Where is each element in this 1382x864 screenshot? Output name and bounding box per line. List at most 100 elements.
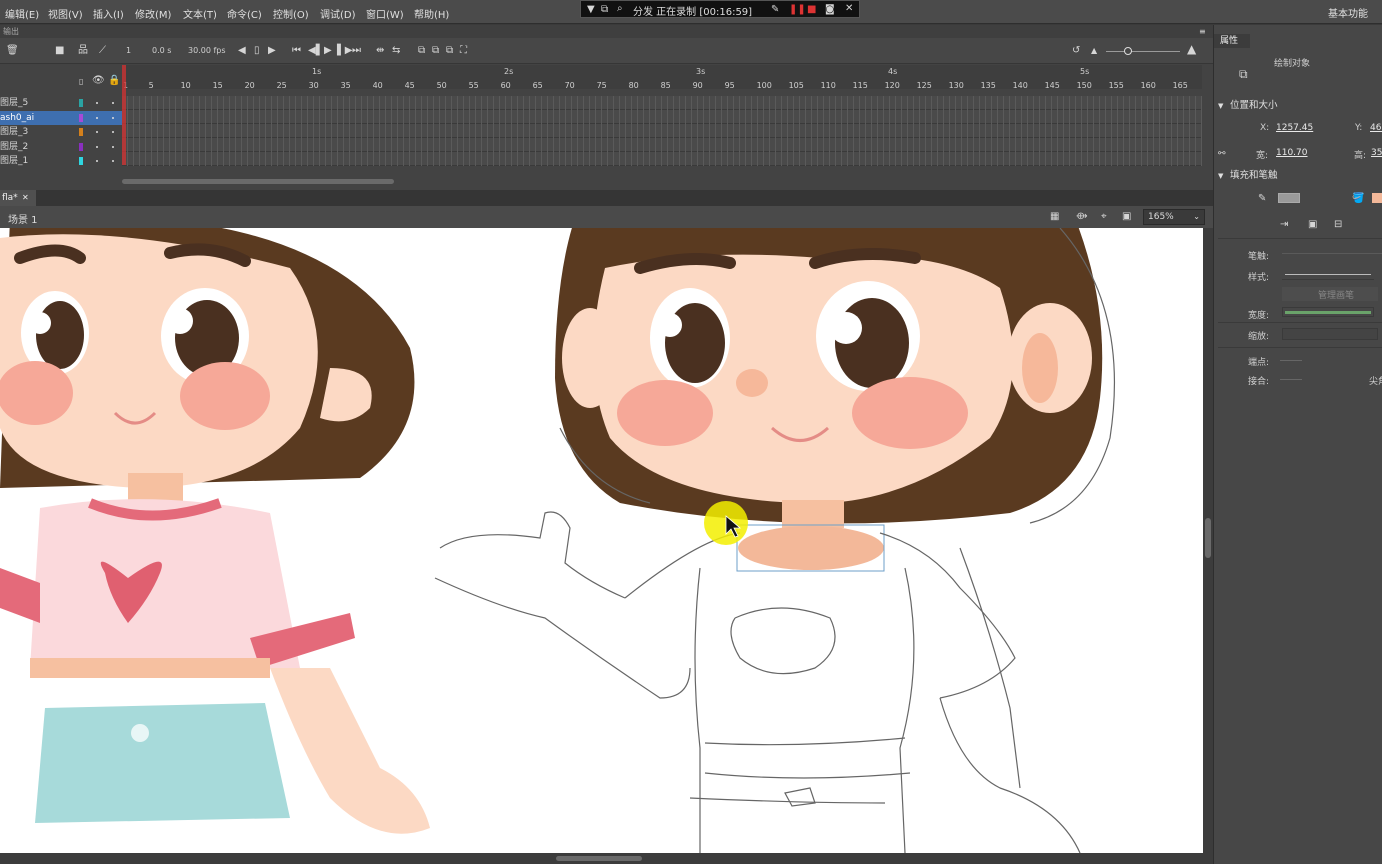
first-frame-icon[interactable]: ⏮ (292, 46, 301, 56)
frame-ruler[interactable]: 1510152025303540455055606570758085909510… (122, 65, 1202, 90)
timeline-scrollbar[interactable] (122, 179, 394, 184)
layer-toggle-dot[interactable] (96, 102, 98, 104)
stop-icon[interactable]: ■ (807, 5, 816, 15)
distribute-icon[interactable]: ⊟ (1334, 220, 1342, 230)
layer-row[interactable]: 图层_1 (0, 154, 122, 168)
layer-color-swatch[interactable] (79, 128, 83, 136)
timeline-zoom-slider[interactable] (1106, 51, 1180, 52)
pen-icon[interactable]: ✎ (771, 5, 779, 15)
trash-icon[interactable]: 🗑 (6, 46, 19, 56)
stage-horizontal-scrollbar[interactable] (0, 853, 1213, 864)
layer-toggle-dot[interactable] (96, 145, 98, 148)
scale-select[interactable] (1282, 328, 1378, 340)
step-back-icon[interactable]: ◀▌ (308, 46, 323, 56)
position-size-section[interactable]: 位置和大小 (1214, 98, 1382, 114)
menu-view[interactable]: 视图(V) (48, 6, 83, 21)
layer-toggle-dot[interactable] (112, 116, 114, 119)
parenting-icon[interactable]: 品 (78, 46, 88, 56)
frame-grid[interactable] (122, 96, 1202, 166)
width-field[interactable]: 110.70 (1276, 148, 1308, 158)
height-field[interactable]: 35. (1371, 148, 1382, 158)
horizontal-scroll-thumb[interactable] (556, 856, 642, 861)
edit-multiple-icon[interactable]: ⧉ (446, 46, 453, 56)
panel-menu-icon[interactable]: ≡ (1199, 27, 1206, 37)
pause-icon[interactable]: ❚❚ (789, 5, 806, 15)
layer-row[interactable]: 图层_3 (0, 125, 122, 139)
layer-toggle-dot[interactable] (112, 102, 114, 104)
scene-label[interactable]: 场景 1 (8, 211, 38, 226)
workspace-switcher[interactable]: 基本功能 (1322, 5, 1374, 20)
menu-insert[interactable]: 插入(I) (93, 6, 124, 21)
document-tab[interactable]: fla* ✕ (0, 190, 36, 206)
layer-color-swatch[interactable] (79, 142, 83, 151)
fill-color-swatch[interactable] (1372, 193, 1382, 203)
shape-hint-icon[interactable]: ▣ (1308, 220, 1317, 230)
stage-canvas[interactable] (0, 228, 1203, 853)
eye-icon[interactable]: 👁 (92, 76, 105, 86)
outline-all-icon[interactable]: ▯ (79, 77, 83, 87)
fit-stage-icon[interactable]: ▣ (1122, 212, 1131, 222)
onion-markers-icon[interactable]: ⛶ (460, 46, 467, 56)
layer-toggle-dot[interactable] (112, 160, 114, 162)
layer-toggle-dot[interactable] (96, 116, 98, 119)
layer-row[interactable]: ash0_ai (0, 110, 122, 125)
layer-row[interactable]: 图层_2 (0, 140, 122, 154)
last-frame-icon[interactable]: ⏭ (352, 46, 361, 56)
menu-command[interactable]: 命令(C) (227, 6, 262, 21)
onion-skin-icon[interactable]: ⧉ (418, 46, 425, 56)
cap-select[interactable] (1280, 360, 1302, 361)
layer-toggle-dot[interactable] (112, 131, 114, 133)
layer-color-swatch[interactable] (79, 157, 83, 165)
zoom-in-icon[interactable]: ▲ (1187, 43, 1196, 55)
y-field[interactable]: 469 (1370, 123, 1382, 133)
stage-vertical-scrollbar[interactable] (1203, 228, 1213, 853)
align-icon[interactable]: ⇥ (1280, 220, 1288, 230)
fill-stroke-section[interactable]: 填充和笔触 (1214, 168, 1382, 184)
x-field[interactable]: 1257.45 (1276, 123, 1313, 133)
center-frame-icon[interactable]: ⇆ (392, 46, 400, 56)
close-tab-icon[interactable]: ✕ (22, 190, 29, 206)
window-icon[interactable]: ⧉ (601, 5, 608, 15)
timeline-zoom-handle[interactable] (1124, 47, 1132, 55)
center-stage-icon[interactable]: ⌖ (1101, 212, 1107, 222)
play-icon[interactable]: ▶ (324, 46, 332, 56)
menu-window[interactable]: 窗口(W) (366, 6, 404, 21)
layer-toggle-dot[interactable] (112, 145, 114, 148)
join-select[interactable] (1280, 379, 1302, 380)
loop-icon[interactable]: ⇹ (376, 46, 384, 56)
symbol-icon[interactable]: ⟴ (1076, 212, 1088, 222)
camera-layer-icon[interactable]: ■ (55, 46, 64, 56)
vertical-scroll-thumb[interactable] (1205, 518, 1211, 558)
refresh-icon[interactable]: ↺ (1072, 46, 1080, 56)
keyframe-icon[interactable]: ▯ (254, 46, 260, 56)
menu-edit[interactable]: 编辑(E) (5, 6, 39, 21)
menu-debug[interactable]: 调试(D) (320, 6, 356, 21)
zoom-select[interactable]: 165% ⌄ (1143, 209, 1205, 225)
graph-icon[interactable]: ⟋ (99, 46, 106, 56)
zoom-out-icon[interactable]: ▲ (1091, 46, 1097, 56)
dropdown-icon[interactable]: ▼ (587, 5, 595, 15)
zoom-icon[interactable]: ⌕ (617, 4, 623, 14)
tab-properties[interactable]: 属性 (1214, 34, 1250, 48)
camera-icon[interactable]: ◙ (825, 5, 835, 15)
layer-row[interactable]: 图层_5 (0, 96, 122, 110)
close-icon[interactable]: ✕ (845, 4, 853, 14)
menu-help[interactable]: 帮助(H) (414, 6, 449, 21)
current-time[interactable]: 0.0 s (152, 46, 171, 55)
layer-color-swatch[interactable] (79, 99, 83, 107)
prev-keyframe-icon[interactable]: ◀ (238, 46, 246, 56)
width-profile-select[interactable] (1282, 307, 1374, 317)
onion-outline-icon[interactable]: ⧉ (432, 46, 439, 56)
layer-color-swatch[interactable] (79, 113, 83, 122)
lock-icon[interactable]: 🔒 (108, 76, 120, 86)
stroke-color-swatch[interactable] (1278, 193, 1300, 203)
menu-control[interactable]: 控制(O) (273, 6, 309, 21)
next-keyframe-icon[interactable]: ▶ (268, 46, 276, 56)
stage-clip-icon[interactable]: ▦ (1050, 212, 1059, 222)
stroke-size-slider[interactable] (1282, 253, 1382, 254)
style-select[interactable] (1282, 268, 1374, 280)
step-forward-icon[interactable]: ▌▶ (337, 46, 352, 56)
current-frame[interactable]: 1 (126, 46, 131, 55)
frame-rate[interactable]: 30.00 fps (188, 46, 226, 55)
menu-text[interactable]: 文本(T) (183, 6, 217, 21)
